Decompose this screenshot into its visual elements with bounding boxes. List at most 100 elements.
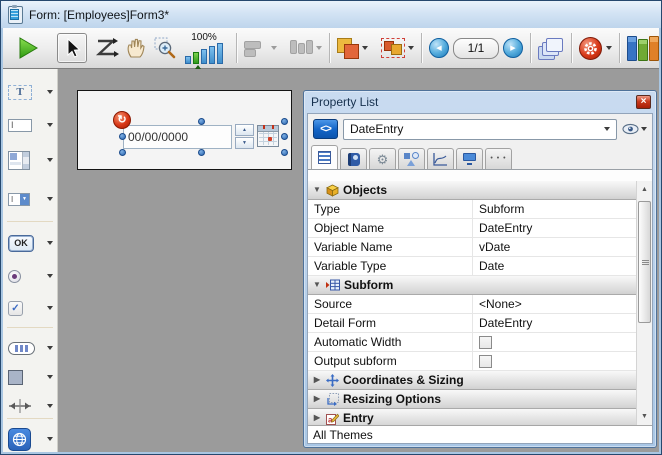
calendar-button[interactable] — [257, 125, 279, 147]
scroll-thumb[interactable] — [638, 201, 651, 323]
date-entry-field[interactable]: 00/00/0000 — [123, 125, 232, 149]
actions-gear-button[interactable] — [579, 37, 606, 60]
property-list-title: Property List — [311, 95, 378, 109]
text-tool[interactable]: T — [8, 81, 53, 103]
next-page-button[interactable]: ▶ — [503, 38, 523, 58]
button-grid-tool[interactable] — [8, 337, 53, 359]
display-options-button[interactable] — [538, 37, 564, 59]
doc-icon-pane — [10, 9, 19, 20]
collapse-arrow-icon[interactable]: ▶ — [312, 394, 322, 404]
scroll-down-button[interactable]: ▼ — [637, 409, 652, 424]
previous-page-button[interactable]: ◀ — [429, 38, 449, 58]
web-area-tool[interactable] — [8, 427, 53, 451]
close-button[interactable]: × — [636, 95, 651, 109]
tab-events[interactable] — [427, 148, 454, 169]
section-subform[interactable]: ▼ Subform — [308, 276, 636, 295]
button-grid-dropdown-icon[interactable] — [47, 346, 53, 350]
radio-button-tool[interactable] — [8, 265, 53, 287]
text-tool-dropdown-icon[interactable] — [47, 90, 53, 94]
property-list-titlebar[interactable]: Property List — [304, 91, 656, 113]
collapse-arrow-icon[interactable]: ▶ — [312, 375, 322, 385]
spinner-up-icon[interactable]: ▲ — [235, 124, 254, 136]
zoom-bar-3[interactable] — [201, 49, 207, 64]
expand-arrow-icon[interactable]: ▼ — [312, 280, 322, 290]
actions-dropdown-icon[interactable] — [606, 46, 612, 50]
listbox-tool-dropdown-icon[interactable] — [47, 158, 53, 162]
checkbox-tool-dropdown-icon[interactable] — [47, 306, 53, 310]
property-value[interactable]: Date — [472, 257, 504, 275]
date-spinner[interactable]: ▲ ▼ — [235, 124, 254, 149]
tab-display[interactable] — [456, 148, 483, 169]
button-tool-dropdown-icon[interactable] — [47, 241, 53, 245]
tab-more[interactable]: • • • — [485, 148, 512, 169]
output-subform-checkbox[interactable] — [479, 355, 492, 368]
selection-handle[interactable] — [119, 133, 126, 140]
input-tool[interactable]: I — [8, 114, 53, 136]
view-filter-button[interactable] — [622, 123, 647, 135]
zoom-bar-4[interactable] — [209, 46, 215, 64]
level-tool-button[interactable] — [337, 38, 362, 58]
run-form-button[interactable] — [15, 35, 41, 61]
combobox-tool[interactable]: I ▼ — [8, 188, 53, 210]
property-scrollbar[interactable]: ▲ ▼ — [636, 181, 652, 425]
select-tool-button[interactable] — [57, 33, 87, 63]
level-dropdown-icon[interactable] — [362, 46, 368, 50]
splitter-tool-dropdown-icon[interactable] — [47, 404, 53, 408]
pan-hand-tool-button[interactable] — [124, 36, 148, 60]
property-value[interactable]: Subform — [472, 200, 524, 218]
form-document-icon[interactable] — [8, 6, 23, 24]
scroll-up-button[interactable]: ▲ — [637, 182, 652, 197]
input-tool-dropdown-icon[interactable] — [47, 123, 53, 127]
property-label: Variable Name — [308, 240, 392, 254]
toolbar-separator — [530, 33, 531, 63]
property-value[interactable]: DateEntry — [472, 219, 532, 237]
property-value[interactable]: DateEntry — [472, 314, 532, 332]
zoom-bars[interactable] — [185, 43, 223, 64]
listbox-tool[interactable] — [8, 147, 53, 173]
code-editor-button[interactable]: <> — [313, 119, 338, 139]
subform-badge[interactable]: ↻ — [113, 111, 131, 129]
section-label: Objects — [343, 183, 387, 197]
rectangle-tool-dropdown-icon[interactable] — [47, 375, 53, 379]
tab-objects[interactable] — [398, 148, 425, 169]
section-resizing-options[interactable]: ▶ Resizing Options — [308, 390, 636, 409]
section-coordinates-sizing[interactable]: ▶ Coordinates & Sizing — [308, 371, 636, 390]
automatic-width-checkbox[interactable] — [479, 336, 492, 349]
property-value[interactable]: <None> — [472, 295, 522, 313]
themes-footer[interactable]: All Themes — [308, 425, 652, 443]
splitter-tool[interactable] — [8, 395, 53, 417]
curve-icon — [433, 152, 448, 166]
zoom-tool-button[interactable] — [153, 36, 179, 60]
section-objects[interactable]: ▼ Objects — [308, 181, 636, 200]
property-value[interactable]: vDate — [472, 238, 510, 256]
group-tool-button[interactable] — [381, 38, 408, 58]
object-selector-combobox[interactable]: DateEntry — [343, 119, 617, 140]
tab-all-properties[interactable] — [311, 145, 338, 169]
selection-handle[interactable] — [281, 149, 288, 156]
form-page[interactable]: ↻ 00/00/0000 ▲ ▼ — [77, 90, 292, 170]
combobox-tool-dropdown-icon[interactable] — [47, 197, 53, 201]
checkbox-tool[interactable]: ✓ — [8, 297, 53, 319]
group-dropdown-icon[interactable] — [408, 46, 414, 50]
selection-handle[interactable] — [281, 118, 288, 125]
selection-handle[interactable] — [198, 149, 205, 156]
zoom-bar-5[interactable] — [217, 43, 223, 64]
zoom-level-control[interactable]: 100% — [185, 32, 223, 64]
button-tool[interactable]: OK — [8, 232, 53, 254]
collapse-arrow-icon[interactable]: ▶ — [312, 413, 322, 423]
entry-order-tool-button[interactable] — [93, 36, 119, 60]
zoom-bar-1[interactable] — [185, 56, 191, 64]
radio-tool-dropdown-icon[interactable] — [47, 274, 53, 278]
zoom-bar-current[interactable] — [193, 52, 199, 64]
selection-handle[interactable] — [198, 118, 205, 125]
selection-handle[interactable] — [119, 149, 126, 156]
web-area-dropdown-icon[interactable] — [47, 437, 53, 441]
rectangle-tool[interactable] — [8, 366, 53, 388]
expand-arrow-icon[interactable]: ▼ — [312, 185, 322, 195]
explorer-books-button[interactable] — [627, 36, 659, 61]
tab-theme[interactable] — [340, 148, 367, 169]
spinner-down-icon[interactable]: ▼ — [235, 137, 254, 149]
next-page-icon: ▶ — [510, 44, 515, 52]
selection-handle[interactable] — [281, 133, 288, 140]
tab-settings[interactable]: ⚙ — [369, 148, 396, 169]
